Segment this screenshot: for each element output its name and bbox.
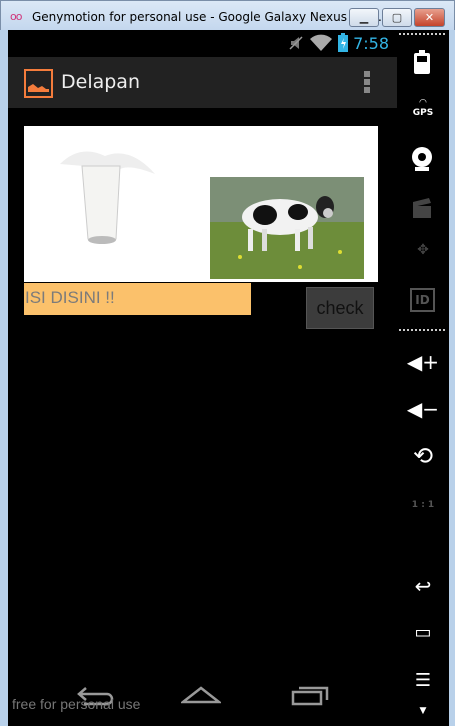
scroll-down-icon[interactable]: ▼ [397, 706, 449, 716]
answer-input[interactable]: ISI DISINI !! [24, 283, 251, 315]
gps-icon: ◠ [419, 98, 427, 108]
clock: 7:58 [353, 34, 389, 53]
screencast-icon[interactable] [413, 198, 433, 218]
recent-apps-button-icon[interactable]: ▭ [397, 622, 449, 643]
recent-apps-icon[interactable] [291, 684, 331, 706]
window-title: Genymotion for personal use - Google Gal… [32, 10, 394, 24]
menu-button-icon[interactable]: ☰ [397, 670, 449, 691]
genymotion-logo-icon: oo [10, 10, 23, 23]
overflow-menu-icon[interactable] [364, 71, 371, 95]
device-id-icon[interactable]: ID [410, 288, 435, 312]
rotate-icon[interactable]: ⟲ [397, 442, 449, 470]
app-title: Delapan [61, 71, 140, 93]
close-button[interactable]: ✕ [414, 8, 445, 27]
milk-glass-image [60, 151, 155, 244]
cow-image [210, 177, 364, 279]
image-panel [24, 126, 378, 282]
back-button-icon[interactable]: ↩ [397, 574, 449, 598]
genymotion-sidepanel: ◠ GPS ✥ ID ◀+ ◀− ⟲ 1 : 1 ↩ ▭ ☰ ▼ [397, 30, 449, 726]
pixel-perfect-icon[interactable]: 1 : 1 [397, 500, 449, 510]
volume-up-icon[interactable]: ◀+ [397, 350, 449, 374]
webcam-icon[interactable] [410, 146, 434, 172]
maximize-button[interactable]: ▢ [382, 8, 412, 27]
watermark: free for personal use [12, 696, 141, 712]
gps-widget[interactable]: ◠ GPS [397, 98, 449, 118]
battery-charging-icon [338, 33, 348, 52]
wifi-icon [310, 34, 332, 51]
action-bar: Delapan [8, 57, 397, 108]
status-bar: 7:58 [8, 30, 397, 56]
minimize-button[interactable]: ▁ [349, 8, 379, 27]
check-button[interactable]: check [306, 287, 374, 329]
image-icon[interactable] [24, 69, 53, 98]
dpad-icon[interactable]: ✥ [397, 242, 449, 258]
window-titlebar[interactable]: oo Genymotion for personal use - Google … [0, 0, 455, 30]
battery-widget-icon[interactable] [414, 50, 430, 74]
volume-down-icon[interactable]: ◀− [397, 397, 449, 421]
mute-icon [289, 36, 303, 50]
device-screen: 7:58 Delapan ISI DISINI !! check free fo… [8, 30, 397, 726]
home-icon[interactable] [181, 684, 221, 706]
